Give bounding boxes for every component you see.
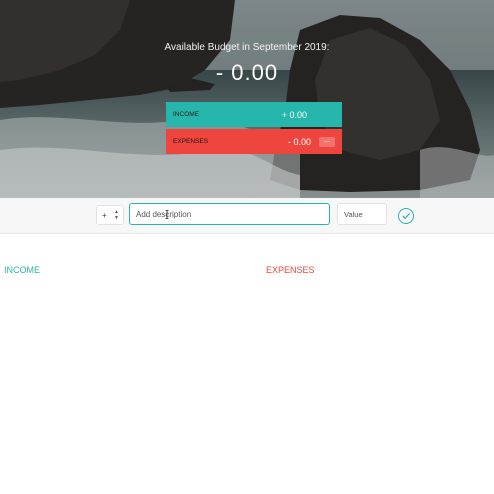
check-circle-icon xyxy=(402,213,410,219)
budget-value: - 0.00 xyxy=(215,60,279,85)
up-down-arrows-icon: ▲ ▼ xyxy=(114,209,119,221)
expenses-percentage-badge: --- xyxy=(319,136,335,147)
income-list-title: Income xyxy=(4,265,40,275)
expenses-list-title: Expenses xyxy=(266,265,315,275)
text-cursor-icon xyxy=(165,210,169,219)
income-summary-value: + 0.00 xyxy=(281,109,307,120)
value-input[interactable] xyxy=(337,203,387,225)
type-select[interactable]: + ▲ ▼ xyxy=(96,205,124,225)
type-select-value: + xyxy=(102,210,107,220)
description-input[interactable] xyxy=(129,203,330,225)
sea-rocks-photo xyxy=(0,0,494,198)
expenses-summary-value: - 0.00 xyxy=(287,136,311,147)
income-summary: Income + 0.00 xyxy=(166,102,342,127)
add-submit-button[interactable] xyxy=(398,208,414,224)
expenses-summary-label: Expenses xyxy=(173,138,209,145)
add-item-bar: + ▲ ▼ xyxy=(0,198,494,234)
budget-title: Available Budget in September 2019: xyxy=(164,42,330,53)
expenses-summary: Expenses - 0.00 --- xyxy=(166,129,342,154)
income-summary-label: Income xyxy=(173,111,199,118)
hero-background: Available Budget in September 2019: - 0.… xyxy=(0,0,494,198)
